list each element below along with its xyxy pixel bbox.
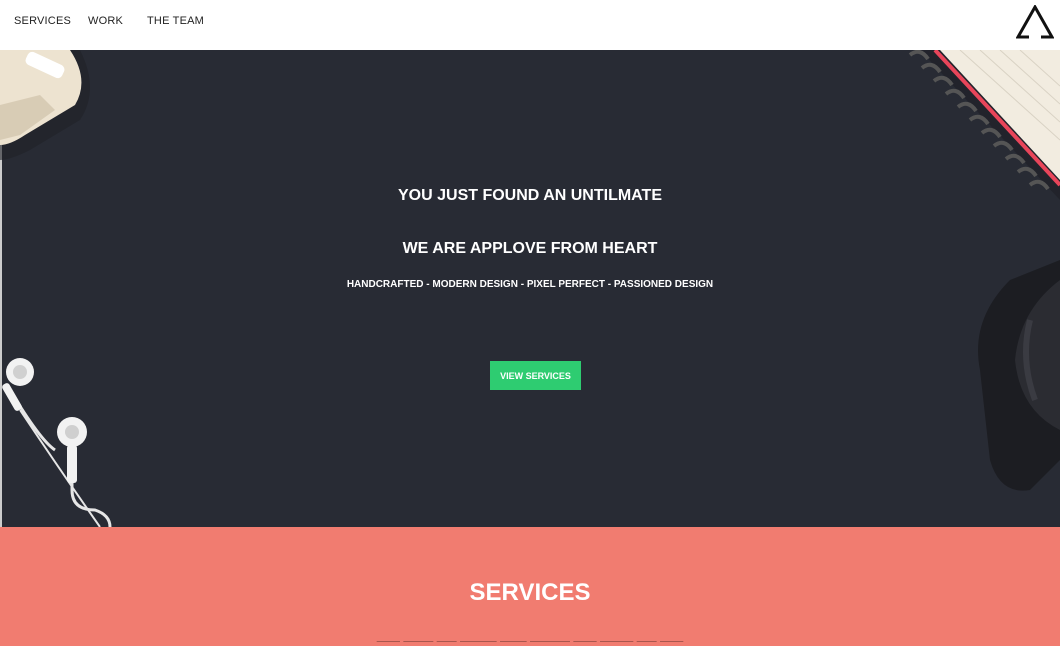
plug-icon — [0, 50, 90, 160]
nav-item-the-team[interactable]: THE TEAM — [147, 15, 204, 27]
hero-section: YOU JUST FOUND AN UNTILMATE WE ARE APPLO… — [0, 50, 1060, 527]
services-title: SERVICES — [469, 579, 591, 606]
glasses-icon — [978, 260, 1060, 491]
notebook-icon — [908, 50, 1060, 200]
services-section: SERVICES — [0, 527, 1060, 646]
hero-headline: YOU JUST FOUND AN UNTILMATE — [398, 187, 662, 204]
nav-item-services[interactable]: SERVICES — [14, 15, 71, 27]
nav-item-work[interactable]: WORK — [88, 15, 123, 27]
triangle-logo-icon[interactable] — [1016, 5, 1054, 39]
hero-tagline: HANDCRAFTED - MODERN DESIGN - PIXEL PERF… — [346, 279, 714, 290]
hero-subheadline: WE ARE APPLOVE FROM HEART — [402, 240, 658, 257]
services-paragraph-cut-off — [376, 641, 684, 642]
top-navigation: SERVICES WORK THE TEAM — [0, 0, 1060, 50]
earphones-icon — [2, 358, 112, 527]
view-services-button[interactable]: VIEW SERVICES — [490, 361, 581, 390]
